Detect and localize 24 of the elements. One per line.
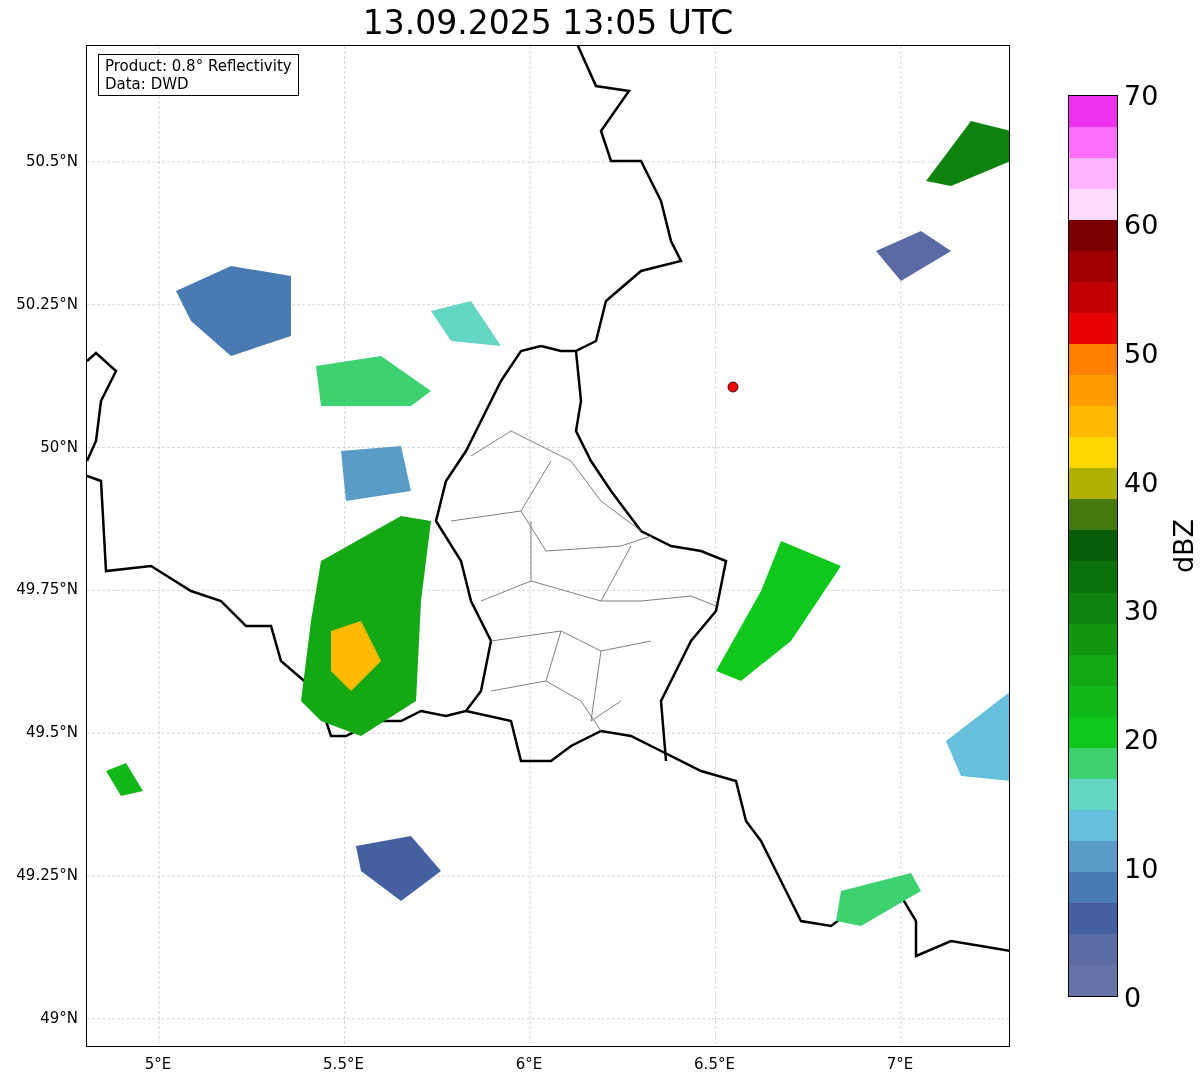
axis-tick-label: 6.5°E: [694, 1054, 735, 1075]
axis-tick-label: 50.5°N: [25, 150, 78, 172]
colorbar-tick-label: 0: [1124, 983, 1142, 1011]
axis-tick-label: 49.75°N: [16, 579, 78, 601]
axis-tick-label: 49.5°N: [25, 721, 78, 743]
axis-tick-label: 5°E: [144, 1054, 172, 1075]
colorbar-label: dBZ: [1167, 518, 1200, 574]
colorbar-tick-label: 10: [1124, 854, 1159, 882]
legend-text: Product: 0.8° Reflectivity: [105, 57, 292, 75]
axis-tick-label: 5.5°E: [323, 1054, 364, 1075]
axis-tick-label: 49.25°N: [16, 864, 78, 886]
axis-tick-label: 50°N: [40, 436, 78, 458]
colorbar-tick-label: 70: [1124, 81, 1159, 109]
colorbar-tick-label: 30: [1124, 596, 1159, 624]
colorbar-tick-label: 50: [1124, 339, 1159, 367]
colorbar-tick-label: 60: [1124, 210, 1159, 238]
axis-tick-label: 6°E: [515, 1054, 543, 1075]
axis-tick-label: 49°N: [40, 1007, 78, 1029]
colorbar-tick-label: 40: [1124, 468, 1159, 496]
chart-title: 13.09.2025 13:05 UTC: [361, 2, 735, 44]
axis-tick-label: 50.25°N: [16, 293, 78, 315]
axis-tick-label: 7°E: [886, 1054, 914, 1075]
legend-text: Data: DWD: [105, 75, 190, 93]
colorbar-tick-label: 20: [1124, 725, 1159, 753]
